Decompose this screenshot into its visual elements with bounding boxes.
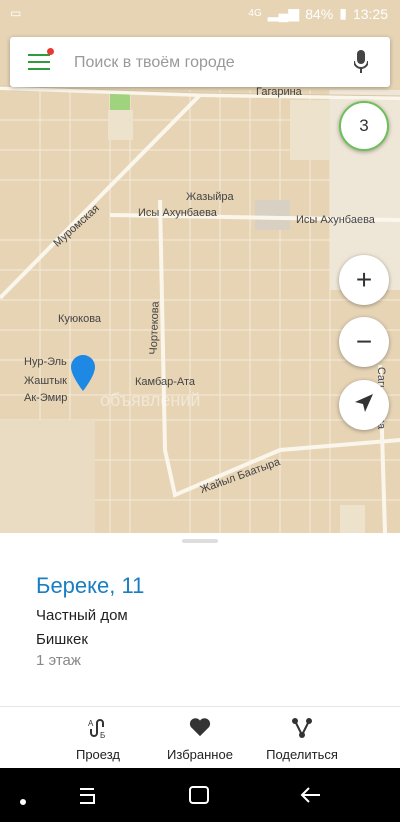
my-location-button[interactable] xyxy=(339,380,389,430)
search-bar xyxy=(10,37,390,87)
svg-text:Б: Б xyxy=(100,731,105,739)
recent-apps-icon[interactable] xyxy=(76,785,98,810)
zoom-out-button[interactable]: − xyxy=(339,317,389,367)
watermark: объявлений xyxy=(100,390,201,410)
battery-level: 84% xyxy=(305,5,334,22)
street-label-nur-el: Нур-Эль xyxy=(24,356,67,368)
street-label-isy-akhunbaeva-2: Исы Ахунбаева xyxy=(296,214,375,226)
place-floors: 1 этаж xyxy=(36,652,81,669)
place-city: Бишкек xyxy=(36,631,88,648)
sheet-drag-handle[interactable] xyxy=(182,539,218,543)
clock: 13:25 xyxy=(352,5,388,22)
street-label-chortekova: Чортекова xyxy=(147,301,162,355)
zoom-in-button[interactable]: + xyxy=(339,255,389,305)
microphone-icon[interactable] xyxy=(353,50,369,79)
back-icon[interactable] xyxy=(300,785,322,810)
place-title: Береке, 11 xyxy=(36,573,145,598)
navigation-arrow-icon xyxy=(354,393,374,418)
home-icon[interactable] xyxy=(188,785,210,810)
share-button[interactable]: Поделиться xyxy=(242,707,362,769)
place-type: Частный дом xyxy=(36,607,128,624)
street-label-gagarina: Гагарина xyxy=(256,86,302,98)
layer-count-button[interactable]: 3 xyxy=(339,101,389,151)
street-label-kuyukova: Куюкова xyxy=(58,313,102,325)
screen-icon: ▭ xyxy=(10,6,22,20)
signal-icon: ▂▄▆ xyxy=(267,5,300,21)
street-label-zhazyira: Жазыйра xyxy=(186,191,234,203)
system-nav-bar xyxy=(0,768,400,822)
street-label-ak-emir: Ак-Эмир xyxy=(24,392,68,404)
status-bar: ▭ 4G ▂▄▆ 84% ▮ 13:25 xyxy=(0,0,400,28)
nav-dot-icon xyxy=(20,792,26,810)
place-details-sheet: Береке, 11 Частный дом Бишкек 1 этаж xyxy=(0,533,400,706)
street-label-kambar-ata: Камбар-Ата xyxy=(135,376,196,388)
battery-icon: ▮ xyxy=(339,5,347,21)
notification-dot xyxy=(47,48,54,55)
street-label-zhashtyk: Жаштык xyxy=(24,375,67,387)
action-bar: АБ Проезд Избранное Поделиться xyxy=(0,706,400,769)
share-label: Поделиться xyxy=(266,747,338,762)
street-label-isy-akhunbaeva: Исы Ахунбаева xyxy=(138,207,217,219)
search-input[interactable] xyxy=(72,49,346,77)
network-type: 4G xyxy=(248,8,262,19)
svg-text:А: А xyxy=(88,719,94,728)
share-icon xyxy=(242,717,362,739)
menu-icon[interactable] xyxy=(28,54,50,70)
